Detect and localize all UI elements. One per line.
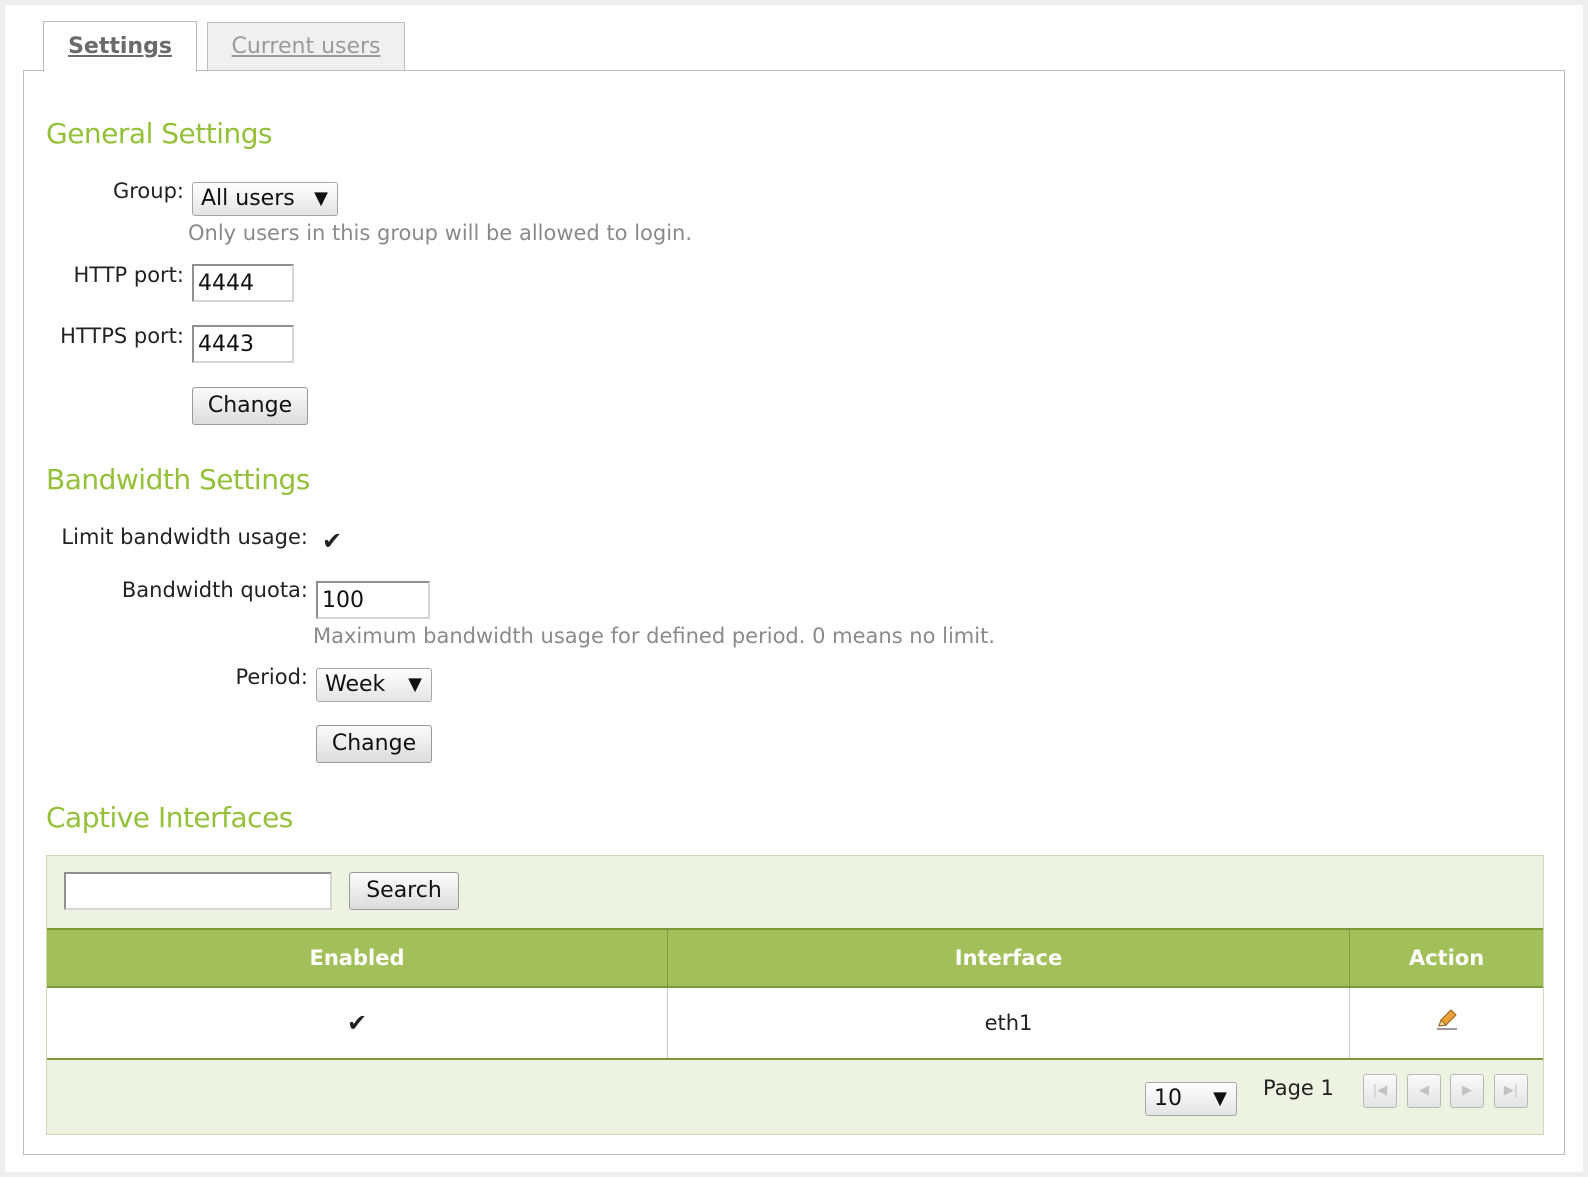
https-port-label: HTTPS port:: [60, 324, 184, 348]
captive-interfaces-grid: Search Enabled Interface Action ✔ eth1 1…: [46, 855, 1544, 1135]
dropdown-arrow-icon: ▼: [314, 188, 328, 209]
tab-settings[interactable]: Settings: [43, 21, 197, 72]
bandwidth-quota-hint: Maximum bandwidth usage for defined peri…: [313, 624, 996, 648]
period-select-value: Week: [325, 672, 386, 697]
bandwidth-change-button[interactable]: Change: [316, 725, 432, 763]
pager: 10 ▼ Page 1 |◀ ◀ ▶ ▶|: [47, 1070, 1543, 1126]
group-label: Group:: [112, 179, 184, 203]
group-hint: Only users in this group will be allowed…: [188, 221, 693, 245]
limit-bandwidth-label: Limit bandwidth usage:: [61, 525, 308, 549]
captive-interfaces-heading: Captive Interfaces: [46, 801, 293, 834]
https-port-input[interactable]: [192, 325, 294, 363]
pager-buttons: |◀ ◀ ▶ ▶|: [1363, 1074, 1533, 1110]
prev-page-icon[interactable]: ◀: [1407, 1074, 1441, 1108]
page-frame: Settings Current users General Settings …: [5, 5, 1583, 1172]
enabled-checkmark-icon[interactable]: ✔: [347, 1009, 367, 1037]
checkmark-icon: ✔: [322, 527, 343, 555]
page-size-select[interactable]: 10 ▼: [1145, 1082, 1237, 1116]
next-page-icon[interactable]: ▶: [1450, 1074, 1484, 1108]
first-page-icon[interactable]: |◀: [1363, 1074, 1397, 1108]
period-select[interactable]: Week ▼: [316, 668, 432, 702]
limit-bandwidth-checkbox[interactable]: ✔: [322, 529, 346, 553]
tab-current-users[interactable]: Current users: [207, 22, 405, 70]
enabled-cell: ✔: [47, 988, 668, 1058]
column-header-enabled[interactable]: Enabled: [47, 930, 668, 986]
dropdown-arrow-icon: ▼: [1213, 1088, 1227, 1109]
page-size-value: 10: [1154, 1086, 1182, 1111]
bandwidth-settings-heading: Bandwidth Settings: [46, 463, 310, 496]
column-header-action[interactable]: Action: [1350, 930, 1543, 986]
dropdown-arrow-icon: ▼: [408, 674, 422, 695]
general-settings-heading: General Settings: [46, 117, 273, 150]
table-row: ✔ eth1: [47, 988, 1543, 1060]
period-label: Period:: [235, 665, 308, 689]
group-select-value: All users: [201, 186, 295, 211]
general-change-button[interactable]: Change: [192, 387, 308, 425]
settings-panel: General Settings Group: All users ▼ Only…: [23, 70, 1565, 1155]
http-port-input[interactable]: [192, 264, 294, 302]
http-port-label: HTTP port:: [73, 263, 184, 287]
search-input[interactable]: [64, 872, 332, 910]
bandwidth-quota-label: Bandwidth quota:: [121, 578, 308, 602]
group-select[interactable]: All users ▼: [192, 182, 338, 216]
interface-cell: eth1: [668, 988, 1350, 1058]
table-header: Enabled Interface Action: [47, 928, 1543, 988]
bandwidth-quota-input[interactable]: [316, 581, 430, 619]
edit-pencil-icon[interactable]: [1435, 989, 1459, 1059]
search-button[interactable]: Search: [349, 872, 459, 910]
last-page-icon[interactable]: ▶|: [1494, 1074, 1528, 1108]
column-header-interface[interactable]: Interface: [668, 930, 1350, 986]
action-cell: [1350, 988, 1543, 1058]
page-indicator: Page 1: [1263, 1076, 1334, 1100]
